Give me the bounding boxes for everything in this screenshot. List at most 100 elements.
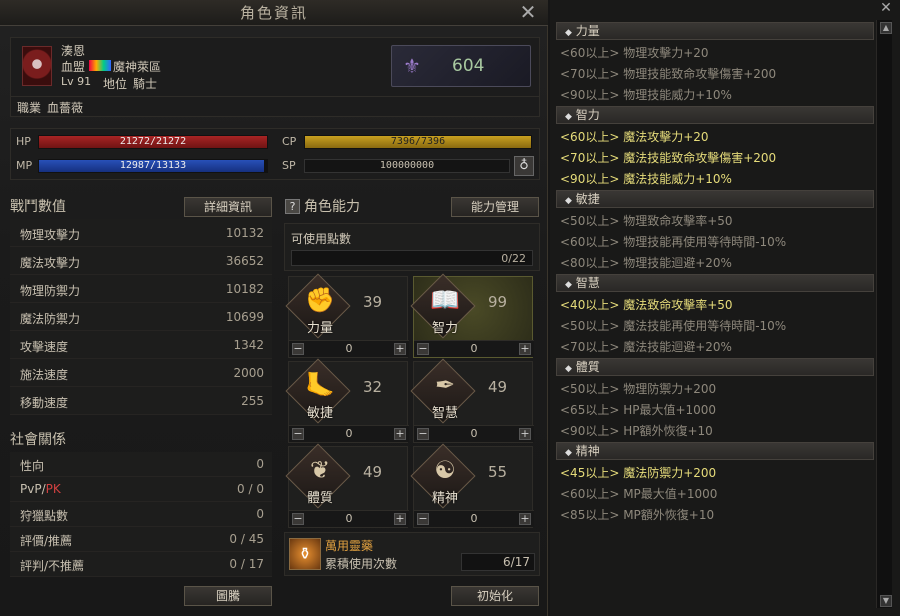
ability-stepper: − 0 + bbox=[289, 510, 409, 527]
ability-cell: 🦶 敏捷 32 − 0 + bbox=[285, 358, 409, 443]
reset-button[interactable]: 初始化 bbox=[451, 586, 539, 606]
bonus-line: <90以上> HP額外恢復+10 bbox=[560, 424, 713, 438]
character-name: 湊恩 bbox=[61, 44, 86, 58]
mp-label: MP bbox=[16, 159, 33, 172]
ability-value: 55 bbox=[488, 463, 508, 481]
points-bar: 0/22 bbox=[291, 250, 533, 266]
scroll-up-icon[interactable]: ▲ bbox=[880, 22, 892, 34]
social-value: 0 / 0 bbox=[237, 482, 264, 496]
minus-button[interactable]: − bbox=[292, 513, 304, 525]
plus-button[interactable]: + bbox=[519, 428, 531, 440]
character-level: Lv 91 bbox=[61, 75, 92, 88]
book-icon: 📖 bbox=[430, 286, 460, 314]
ability-stepper: − 0 + bbox=[414, 510, 534, 527]
foot-icon: 🦶 bbox=[305, 371, 335, 399]
pk-label: PK bbox=[45, 482, 61, 496]
stat-name: 魔法防禦力 bbox=[20, 312, 81, 326]
plus-button[interactable]: + bbox=[394, 343, 406, 355]
social-value: 0 bbox=[256, 457, 264, 471]
alloc-value: 0 bbox=[345, 427, 353, 440]
ability-label: 敏捷 bbox=[307, 406, 334, 421]
guild-crest-icon bbox=[89, 60, 111, 71]
detail-info-button[interactable]: 詳細資訊 bbox=[184, 197, 272, 217]
mp-value: 12987/13133 bbox=[119, 160, 187, 171]
ability-cell: ☯ 精神 55 − 0 + bbox=[410, 443, 534, 528]
potion-desc: 累積使用次數 bbox=[325, 557, 398, 571]
stat-value: 10132 bbox=[225, 226, 264, 240]
stat-name: 物理攻擊力 bbox=[20, 228, 81, 242]
bonus-header: ◆ 體質 bbox=[556, 358, 874, 376]
social-title: 社會關係 bbox=[10, 432, 66, 448]
plus-button[interactable]: + bbox=[394, 513, 406, 525]
minus-button[interactable]: − bbox=[292, 428, 304, 440]
diamond-icon: ◆ bbox=[565, 112, 572, 122]
ability-manage-button[interactable]: 能力管理 bbox=[451, 197, 539, 217]
rank-value: 604 bbox=[452, 56, 485, 76]
sp-item-icon[interactable]: ♁ bbox=[514, 156, 534, 176]
scrollbar[interactable] bbox=[876, 20, 892, 608]
hp-value: 21272/21272 bbox=[119, 136, 187, 147]
cp-value: 7396/7396 bbox=[390, 136, 446, 147]
character-info-window: 角色資訊 ✕ 湊恩 血盟 魔神萊區 Lv 91 地位 騎士 職業 血薔薇 ⚜ 6… bbox=[0, 0, 548, 616]
hp-label: HP bbox=[16, 135, 31, 148]
close-icon[interactable]: ✕ bbox=[518, 2, 538, 23]
bonus-line: <60以上> MP最大值+1000 bbox=[560, 487, 718, 501]
stat-value: 255 bbox=[241, 394, 264, 408]
plus-button[interactable]: + bbox=[394, 428, 406, 440]
mp-bar: 12987/13133 bbox=[38, 159, 268, 173]
guild-prefix: 血盟 bbox=[61, 60, 86, 74]
mind-icon: ☯ bbox=[434, 456, 456, 484]
ability-label: 力量 bbox=[307, 321, 334, 336]
stat-name: 魔法攻擊力 bbox=[20, 256, 81, 270]
diamond-icon: ◆ bbox=[565, 28, 572, 38]
character-card: 湊恩 血盟 魔神萊區 Lv 91 地位 騎士 職業 血薔薇 ⚜ 604 bbox=[10, 37, 540, 117]
stat-value: 10699 bbox=[225, 310, 264, 324]
social-value: 0 bbox=[256, 507, 264, 521]
ability-stepper: − 0 + bbox=[414, 340, 534, 357]
ability-label: 智力 bbox=[432, 321, 459, 336]
bonus-line: <70以上> 物理技能致命攻擊傷害+200 bbox=[560, 67, 777, 81]
combat-stat-row: 物理攻擊力 10132 bbox=[10, 219, 272, 247]
heart-icon: ❦ bbox=[309, 456, 331, 484]
potion-count: 6/17 bbox=[461, 553, 535, 571]
social-name: 評判/不推薦 bbox=[20, 559, 85, 573]
class-label: 職業 bbox=[17, 101, 42, 115]
window-title: 角色資訊 bbox=[0, 0, 548, 26]
plus-button[interactable]: + bbox=[519, 513, 531, 525]
ability-cell: ❦ 體質 49 − 0 + bbox=[285, 443, 409, 528]
combat-stats-title: 戰鬥數值 bbox=[10, 199, 66, 215]
points-label: 可使用點數 bbox=[291, 232, 352, 246]
close-icon[interactable]: ✕ bbox=[878, 0, 894, 18]
bonus-header: ◆ 智力 bbox=[556, 106, 874, 124]
bonus-line: <60以上> 魔法攻擊力+20 bbox=[560, 130, 709, 144]
minus-button[interactable]: − bbox=[292, 343, 304, 355]
help-icon[interactable]: ? bbox=[285, 199, 300, 214]
minus-button[interactable]: − bbox=[417, 513, 429, 525]
emblem-button[interactable]: 圖騰 bbox=[184, 586, 272, 606]
ability-cell: 📖 智力 99 − 0 + bbox=[410, 273, 534, 358]
ability-stepper: − 0 + bbox=[414, 425, 534, 442]
diamond-icon: ◆ bbox=[565, 196, 572, 206]
social-row: 評判/不推薦 0 / 17 bbox=[10, 552, 272, 577]
bonus-header: ◆ 力量 bbox=[556, 22, 874, 40]
bonus-line: <90以上> 魔法技能威力+10% bbox=[560, 172, 732, 186]
sp-label: SP bbox=[282, 159, 296, 172]
scroll-down-icon[interactable]: ▼ bbox=[880, 595, 892, 607]
guild-name: 魔神萊區 bbox=[113, 60, 162, 74]
stat-name: 攻擊速度 bbox=[20, 340, 69, 354]
social-value: 0 / 17 bbox=[229, 557, 264, 571]
minus-button[interactable]: − bbox=[417, 343, 429, 355]
class-value: 血薔薇 bbox=[47, 101, 84, 115]
points-panel: 可使用點數 0/22 bbox=[284, 223, 540, 271]
bonus-line: <60以上> 物理技能再使用等待時間-10% bbox=[560, 235, 787, 249]
ability-value: 32 bbox=[363, 378, 383, 396]
alloc-value: 0 bbox=[470, 427, 478, 440]
bonus-line: <90以上> 物理技能威力+10% bbox=[560, 88, 732, 102]
alloc-value: 0 bbox=[470, 512, 478, 525]
plus-button[interactable]: + bbox=[519, 343, 531, 355]
bonus-header: ◆ 精神 bbox=[556, 442, 874, 460]
position-value: 騎士 bbox=[133, 77, 158, 91]
combat-stat-row: 魔法防禦力 10699 bbox=[10, 303, 272, 331]
minus-button[interactable]: − bbox=[417, 428, 429, 440]
diamond-icon: ◆ bbox=[565, 448, 572, 458]
